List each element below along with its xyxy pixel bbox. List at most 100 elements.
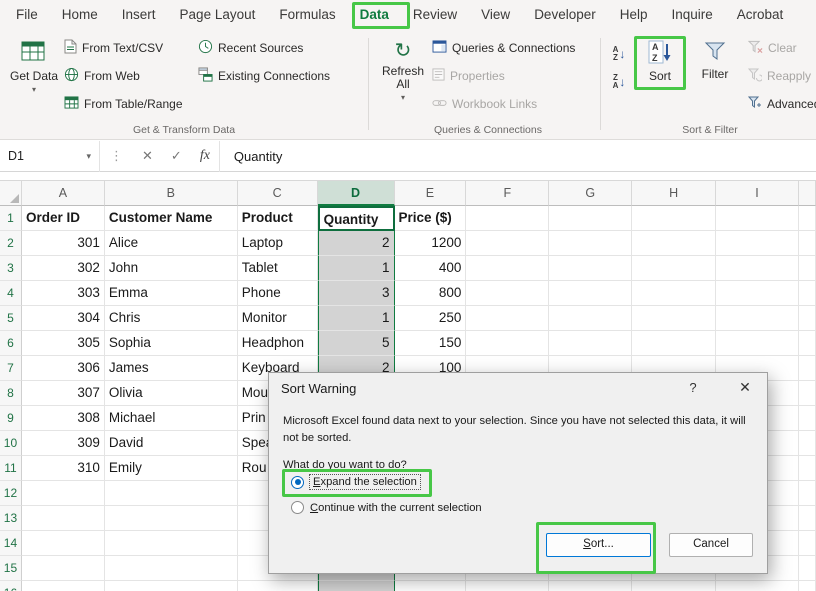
cell-E3[interactable]: 400 (395, 256, 467, 281)
cell-G5[interactable] (549, 306, 632, 331)
cell-J1[interactable] (799, 206, 816, 231)
tab-review[interactable]: Review (401, 0, 469, 30)
cell-D4[interactable]: 3 (318, 281, 395, 306)
cell-B7[interactable]: James (105, 356, 238, 381)
row-header-8[interactable]: 8 (0, 381, 22, 406)
queries-connections-button[interactable]: Queries & Connections (432, 36, 575, 60)
row-header-12[interactable]: 12 (0, 481, 22, 506)
row-header-13[interactable]: 13 (0, 506, 22, 531)
cell-B11[interactable]: Emily (105, 456, 238, 481)
cell-J6[interactable] (799, 331, 816, 356)
cell-A10[interactable]: 309 (22, 431, 105, 456)
cell-A2[interactable]: 301 (22, 231, 105, 256)
cell-H5[interactable] (632, 306, 716, 331)
cell-A6[interactable]: 305 (22, 331, 105, 356)
cell-H2[interactable] (632, 231, 716, 256)
filter-button[interactable]: Filter (690, 34, 740, 122)
cell-C5[interactable]: Monitor (238, 306, 318, 331)
row-header-4[interactable]: 4 (0, 281, 22, 306)
tab-acrobat[interactable]: Acrobat (725, 0, 796, 30)
cell-H4[interactable] (632, 281, 716, 306)
cell-J3[interactable] (799, 256, 816, 281)
existing-connections-button[interactable]: Existing Connections (198, 64, 330, 88)
cell-F16[interactable] (466, 581, 549, 591)
row-header-15[interactable]: 15 (0, 556, 22, 581)
cell-B10[interactable]: David (105, 431, 238, 456)
column-header-D[interactable]: D (318, 181, 395, 206)
tab-insert[interactable]: Insert (110, 0, 168, 30)
cell-J8[interactable] (799, 381, 816, 406)
cell-C2[interactable]: Laptop (238, 231, 318, 256)
cell-E4[interactable]: 800 (395, 281, 467, 306)
tab-inquire[interactable]: Inquire (660, 0, 725, 30)
recent-sources-button[interactable]: Recent Sources (198, 36, 303, 60)
cell-I2[interactable] (716, 231, 799, 256)
name-box-dropdown-icon[interactable]: ▾ (86, 151, 91, 162)
cell-J13[interactable] (799, 506, 816, 531)
radio-selected-icon[interactable] (291, 476, 304, 489)
cell-E2[interactable]: 1200 (395, 231, 467, 256)
sort-button[interactable]: AZ Sort (636, 34, 684, 122)
cell-J16[interactable] (799, 581, 816, 591)
get-data-button[interactable]: Get Data ▾ (8, 34, 60, 122)
dialog-sort-button[interactable]: Sort... (546, 533, 651, 557)
cell-A13[interactable] (22, 506, 105, 531)
cell-D16[interactable] (318, 581, 395, 591)
cell-I3[interactable] (716, 256, 799, 281)
cell-J2[interactable] (799, 231, 816, 256)
cell-F5[interactable] (466, 306, 549, 331)
cell-J14[interactable] (799, 531, 816, 556)
tab-help[interactable]: Help (608, 0, 660, 30)
tab-file[interactable]: File (4, 0, 50, 30)
cell-A3[interactable]: 302 (22, 256, 105, 281)
cell-B15[interactable] (105, 556, 238, 581)
cell-E16[interactable] (395, 581, 467, 591)
cell-B2[interactable]: Alice (105, 231, 238, 256)
select-all-corner[interactable] (0, 181, 22, 206)
cell-F1[interactable] (466, 206, 549, 231)
dialog-help-button[interactable]: ? (682, 380, 704, 395)
row-header-14[interactable]: 14 (0, 531, 22, 556)
cell-J4[interactable] (799, 281, 816, 306)
cell-H6[interactable] (632, 331, 716, 356)
cell-D6[interactable]: 5 (318, 331, 395, 356)
tab-view[interactable]: View (469, 0, 522, 30)
cell-J15[interactable] (799, 556, 816, 581)
from-text-csv-button[interactable]: From Text/CSV (64, 36, 163, 60)
tab-home[interactable]: Home (50, 0, 110, 30)
row-header-2[interactable]: 2 (0, 231, 22, 256)
from-web-button[interactable]: From Web (64, 64, 140, 88)
row-header-1[interactable]: 1 (0, 206, 22, 231)
column-header-H[interactable]: H (632, 181, 716, 206)
cell-G3[interactable] (549, 256, 632, 281)
cell-F2[interactable] (466, 231, 549, 256)
cell-H1[interactable] (632, 206, 716, 231)
cell-B6[interactable]: Sophia (105, 331, 238, 356)
column-header-B[interactable]: B (105, 181, 238, 206)
cell-B5[interactable]: Chris (105, 306, 238, 331)
cell-A1[interactable]: Order ID (22, 206, 105, 231)
column-header-F[interactable]: F (466, 181, 549, 206)
cell-G2[interactable] (549, 231, 632, 256)
name-box[interactable]: D1 ▾ (0, 141, 100, 172)
row-header-9[interactable]: 9 (0, 406, 22, 431)
refresh-all-button[interactable]: ↻ Refresh All ▾ (376, 34, 430, 122)
cell-I6[interactable] (716, 331, 799, 356)
sort-z-to-a-button[interactable]: ZA↓ (606, 70, 632, 94)
row-header-3[interactable]: 3 (0, 256, 22, 281)
cell-B12[interactable] (105, 481, 238, 506)
cell-C1[interactable]: Product (238, 206, 318, 231)
column-header-G[interactable]: G (549, 181, 632, 206)
row-header-10[interactable]: 10 (0, 431, 22, 456)
cell-B13[interactable] (105, 506, 238, 531)
radio-continue-selection[interactable]: Continue with the current selection (291, 501, 482, 514)
radio-expand-selection[interactable]: Expand the selection (291, 475, 420, 489)
cell-A9[interactable]: 308 (22, 406, 105, 431)
cell-H16[interactable] (632, 581, 716, 591)
formula-input[interactable]: Quantity (219, 141, 816, 172)
column-header-I[interactable]: I (716, 181, 799, 206)
cell-B8[interactable]: Olivia (105, 381, 238, 406)
cell-J9[interactable] (799, 406, 816, 431)
from-table-range-button[interactable]: From Table/Range (64, 92, 183, 116)
cell-G16[interactable] (549, 581, 632, 591)
